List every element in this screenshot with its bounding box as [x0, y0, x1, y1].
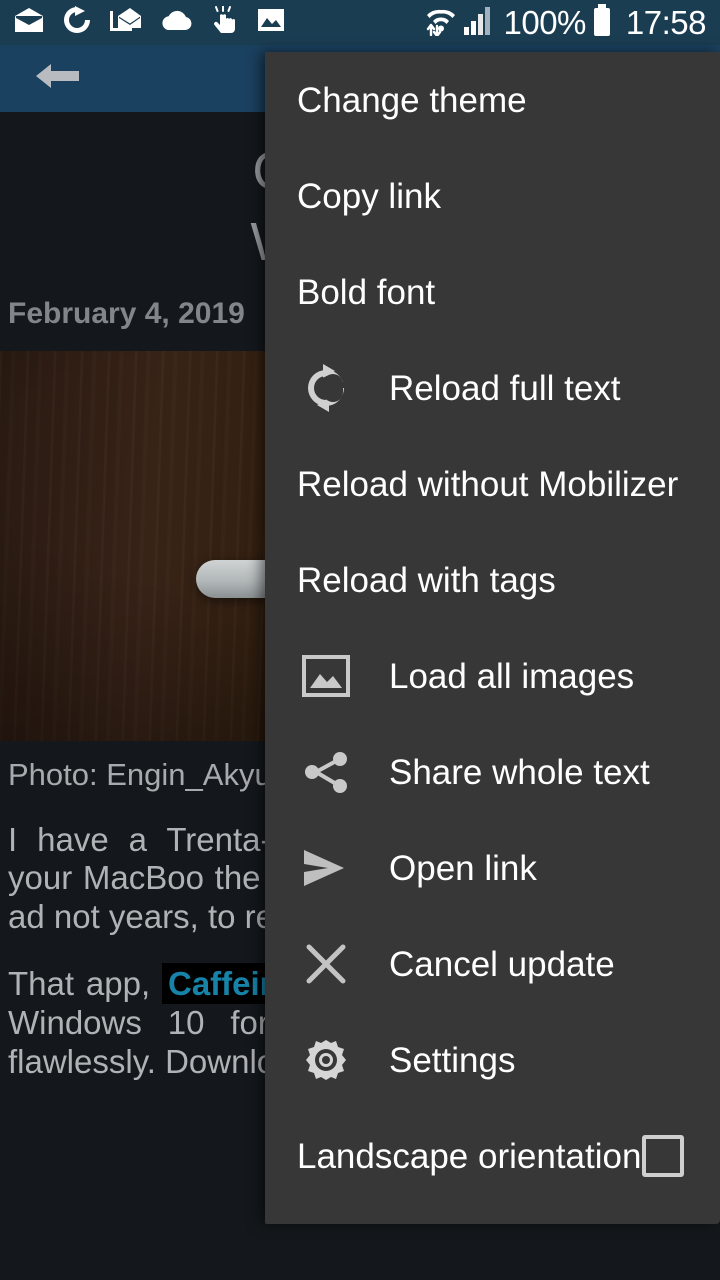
menu-item-reload-with-tags[interactable]: Reload with tags [265, 532, 720, 628]
battery-percent-label: 100% [503, 4, 587, 41]
cloud-icon [161, 10, 193, 36]
refresh-icon [297, 359, 355, 417]
image-icon [297, 647, 355, 705]
clock-label: 17:58 [625, 4, 707, 41]
menu-item-open-link[interactable]: Open link [265, 820, 720, 916]
menu-item-cancel-update[interactable]: Cancel update [265, 916, 720, 1012]
menu-item-label: Copy link [297, 176, 441, 216]
menu-item-label: Bold font [297, 272, 436, 312]
paragraph-run: That app, [8, 965, 162, 1003]
paragraph-run: I have a Trenta-si [8, 820, 296, 858]
menu-item-reload-without-mobilizer[interactable]: Reload without Mobilizer [265, 436, 720, 532]
overflow-menu: Change theme Copy link Bold font Reload … [265, 52, 720, 1224]
menu-item-label: Landscape orientation [297, 1136, 642, 1176]
paragraph-run: not years, to rea [53, 898, 293, 936]
mail-stack-icon [110, 7, 142, 39]
sync-refresh-icon [63, 6, 91, 39]
status-bar-notification-icons [14, 5, 285, 39]
menu-item-label: Reload with tags [297, 560, 556, 600]
menu-item-settings[interactable]: Settings [265, 1012, 720, 1108]
wifi-transfer-icon [424, 4, 458, 41]
battery-full-icon [592, 4, 612, 41]
image-icon [257, 7, 285, 38]
touch-hand-icon [212, 5, 238, 39]
send-icon [297, 839, 355, 897]
menu-item-copy-link[interactable]: Copy link [265, 148, 720, 244]
menu-item-bold-font[interactable]: Bold font [265, 244, 720, 340]
menu-item-share-whole-text[interactable]: Share whole text [265, 724, 720, 820]
menu-item-label: Load all images [389, 656, 635, 696]
back-button[interactable] [30, 53, 84, 103]
menu-item-label: Cancel update [389, 944, 615, 984]
menu-item-label: Reload full text [389, 368, 621, 408]
menu-item-label: Change theme [297, 80, 527, 120]
landscape-orientation-checkbox[interactable] [642, 1135, 684, 1177]
mail-open-icon [14, 7, 44, 38]
menu-item-label: Reload without Mobilizer [297, 464, 679, 504]
back-arrow-icon [32, 59, 82, 98]
status-bar: 100% 17:58 [0, 0, 720, 45]
menu-item-label: Open link [389, 848, 537, 888]
menu-item-change-theme[interactable]: Change theme [265, 52, 720, 148]
phone-screen: 100% 17:58 Caffeinat Windows February 4,… [0, 0, 720, 1280]
signal-bars-icon [463, 5, 492, 40]
close-x-icon [297, 935, 355, 993]
gear-icon [297, 1031, 355, 1089]
menu-item-label: Share whole text [389, 752, 650, 792]
menu-item-landscape-orientation[interactable]: Landscape orientation [265, 1108, 720, 1204]
menu-item-load-all-images[interactable]: Load all images [265, 628, 720, 724]
status-bar-system-icons: 100% 17:58 [424, 4, 707, 41]
menu-item-label: Settings [389, 1040, 516, 1080]
share-icon [297, 743, 355, 801]
menu-item-reload-full-text[interactable]: Reload full text [265, 340, 720, 436]
